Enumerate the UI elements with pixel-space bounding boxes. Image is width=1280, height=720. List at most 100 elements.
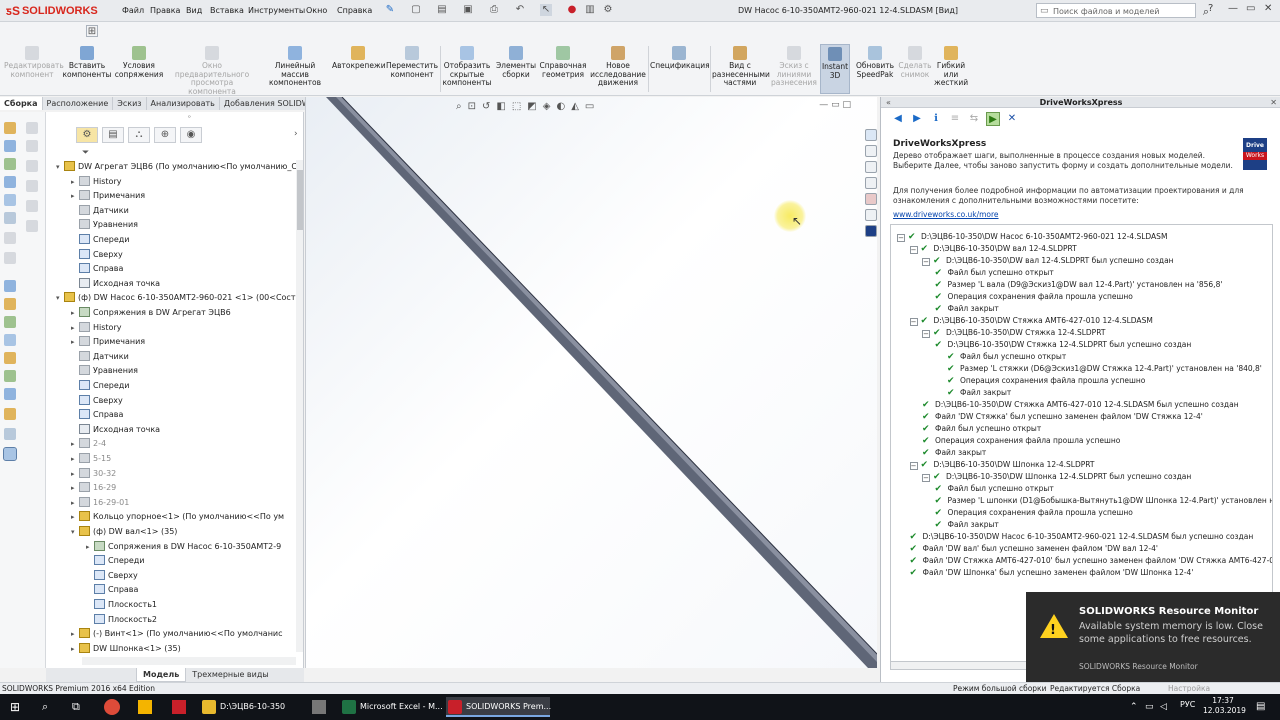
custom-properties-tab-icon[interactable] [865, 209, 877, 221]
collapsed-arrow-icon[interactable]: ▸ [71, 467, 79, 481]
tree-item[interactable]: ▸ History [71, 175, 121, 189]
tree-item[interactable]: Уравнения [71, 218, 138, 232]
notifications-icon[interactable]: ▤ [1256, 697, 1265, 717]
tree-item[interactable]: Исходная точка [71, 277, 160, 291]
insert-components-button[interactable]: Вставить компоненты [62, 46, 112, 79]
offset-tool-icon[interactable] [4, 252, 16, 264]
log-entry[interactable]: ✔ Файл закрыт [947, 387, 1011, 399]
panel-close-icon[interactable]: ✕ [1270, 97, 1277, 108]
tree-tabs-next-icon[interactable]: › [294, 129, 298, 139]
expanded-arrow-icon[interactable]: ▾ [56, 160, 64, 174]
info-icon[interactable]: ℹ [929, 112, 943, 126]
tab-layout[interactable]: Расположение [42, 97, 114, 110]
rectangle-tool-icon[interactable] [4, 194, 16, 206]
tab-evaluate[interactable]: Анализировать [146, 97, 220, 110]
log-entry[interactable]: ✔ Размер 'L вала (D9@Эскиз1@DW вал 12-4.P… [935, 279, 1223, 291]
tree-item[interactable]: Плоскость2 [86, 613, 157, 627]
expanded-arrow-icon[interactable]: ▾ [71, 525, 79, 539]
solidworks-logo[interactable]: ƽS SOLIDWORKS [6, 3, 98, 19]
log-entry[interactable]: ✔ Файл 'DW Стяжка' был успешно заменен фа… [922, 411, 1203, 423]
run-icon[interactable]: ▶ [986, 112, 1000, 126]
collapse-toggle-icon[interactable]: − [922, 330, 930, 338]
rebuild-icon[interactable]: ● [566, 4, 578, 16]
collapsed-arrow-icon[interactable]: ▸ [71, 335, 79, 349]
chrome-icon[interactable] [104, 699, 120, 715]
pattern-tool-icon[interactable] [26, 180, 38, 192]
collapsed-arrow-icon[interactable]: ▸ [71, 437, 79, 451]
minimize-icon[interactable]: — [1228, 3, 1238, 14]
feature-manager-tab-icon[interactable]: ⚙ [76, 127, 98, 143]
close-run-icon[interactable]: ✕ [1005, 112, 1019, 126]
help-icon[interactable]: ? [1208, 3, 1213, 14]
tree-item[interactable]: ▸ 5-15 [71, 452, 111, 466]
log-entry[interactable]: − ✔ D:\ЭЦВ6-10-350\DW Шпонка 12-4.SLDPRT [909, 459, 1095, 471]
log-entry[interactable]: − ✔ D:\ЭЦВ6-10-350\DW Стяжка 12-4.SLDPRT [922, 327, 1105, 339]
design-library-tab-icon[interactable] [865, 145, 877, 157]
property-manager-tab-icon[interactable]: ▤ [102, 127, 124, 143]
zoom-to-fit-icon[interactable]: ⌕ [456, 101, 462, 112]
collapsed-arrow-icon[interactable]: ▸ [86, 540, 94, 554]
tab-sketch[interactable]: Эскиз [113, 97, 147, 110]
tree-item[interactable]: Справа [71, 262, 123, 276]
tree-item[interactable]: Спереди [71, 379, 129, 393]
collapsed-arrow-icon[interactable]: ▸ [71, 189, 79, 203]
assembly-features-button[interactable]: Элементы сборки [494, 46, 538, 79]
component-preview-button[interactable]: Окно предварительного просмотра компонен… [166, 46, 258, 96]
view-settings-icon[interactable]: ▭ [585, 101, 594, 112]
mate-button[interactable]: Условия сопряжения [114, 46, 164, 79]
circle-tool-icon[interactable] [4, 176, 16, 188]
select-icon[interactable]: ↖ [540, 4, 552, 16]
collapse-toggle-icon[interactable]: − [909, 246, 918, 254]
display-style-icon[interactable]: ◩ [527, 101, 536, 112]
trim-tool-icon[interactable] [4, 232, 16, 244]
tab-assembly[interactable]: Сборка [0, 97, 43, 110]
tree-item[interactable]: ▸ (-) Винт<1> (По умолчанию<<По умолчанис [71, 627, 283, 641]
previous-view-icon[interactable]: ↺ [482, 101, 490, 112]
apply-scene-icon[interactable]: ◭ [571, 101, 579, 112]
log-entry[interactable]: ✔ Операция сохранения файла прошла успешн… [935, 291, 1133, 303]
tree-item[interactable]: Справа [86, 583, 138, 597]
options-gear-icon[interactable]: ⚙ [602, 4, 614, 16]
collapsed-arrow-icon[interactable]: ▸ [71, 510, 79, 524]
log-entry[interactable]: ✔ Файл был успешно открыт [935, 267, 1054, 279]
close-icon[interactable]: ✕ [1264, 3, 1272, 14]
reference-geometry-button[interactable]: Справочная геометрия [538, 46, 588, 79]
tree-item[interactable]: Сверху [71, 394, 123, 408]
log-entry[interactable]: ✔ Файл был успешно открыт [947, 351, 1066, 363]
menu-help[interactable]: Справка [337, 6, 372, 15]
menu-edit[interactable]: Правка [150, 6, 180, 15]
log-entry[interactable]: − ✔ D:\ЭЦВ6-10-350\DW Шпонка 12-4.SLDPRT б… [922, 471, 1191, 483]
log-entry[interactable]: ✔ Операция сохранения файла прошла успешн… [935, 507, 1133, 519]
edit-appearance-icon[interactable]: ◐ [556, 101, 565, 112]
taskbar-app-excel[interactable]: Microsoft Excel - M... [340, 697, 443, 717]
tree-vertical-scrollbar[interactable] [296, 160, 303, 652]
tray-up-arrow-icon[interactable]: ⌃ [1130, 697, 1138, 717]
back-icon[interactable]: ◀ [891, 112, 905, 126]
log-entry[interactable]: − ✔ D:\ЭЦВ6-10-350\DW вал 12-4.SLDPRT был … [922, 255, 1174, 267]
calculator-icon[interactable] [312, 700, 326, 714]
open-file-icon[interactable]: ▤ [436, 4, 448, 16]
section-view-icon[interactable]: ◧ [496, 101, 505, 112]
render-tool-icon[interactable] [4, 408, 16, 420]
selected-tool-icon[interactable] [3, 447, 17, 461]
tree-item[interactable]: Спереди [86, 554, 144, 568]
log-entry[interactable]: ✔ Размер 'L шпонки (D1@Бобышка-Вытянуть1@… [935, 495, 1273, 507]
line-tool-icon[interactable] [4, 140, 16, 152]
collapse-toggle-icon[interactable]: − [922, 258, 930, 266]
view-orientation-icon[interactable]: ⬚ [512, 101, 521, 112]
collapsed-arrow-icon[interactable]: ▸ [71, 175, 79, 189]
tree-item[interactable]: ▸ 16-29 [71, 481, 116, 495]
display-manager-tab-icon[interactable]: ◉ [180, 127, 202, 143]
flyout-toolbar-icon[interactable]: ⊞ [86, 25, 98, 37]
tree-item[interactable]: ▾ DW Агрегат ЭЦВ6 (По умолчанию<По умолча… [56, 160, 302, 174]
explorer-pin-icon[interactable] [138, 700, 152, 714]
tree-item[interactable]: ▸ Сопряжения в DW Агрегат ЭЦВ6 [71, 306, 231, 320]
collapse-toggle-icon[interactable]: − [909, 462, 918, 470]
dim-tool-icon[interactable] [26, 122, 38, 134]
disabled-tool-icon[interactable]: ≡ [948, 112, 962, 126]
log-entry[interactable]: ✔ Файл 'DW вал' был успешно заменен файло… [910, 543, 1158, 555]
shaft-model[interactable] [306, 97, 877, 668]
file-properties-icon[interactable]: ▥ [584, 4, 596, 16]
collapse-toggle-icon[interactable]: − [922, 474, 930, 482]
restore-icon[interactable]: ▭ [1246, 3, 1255, 14]
